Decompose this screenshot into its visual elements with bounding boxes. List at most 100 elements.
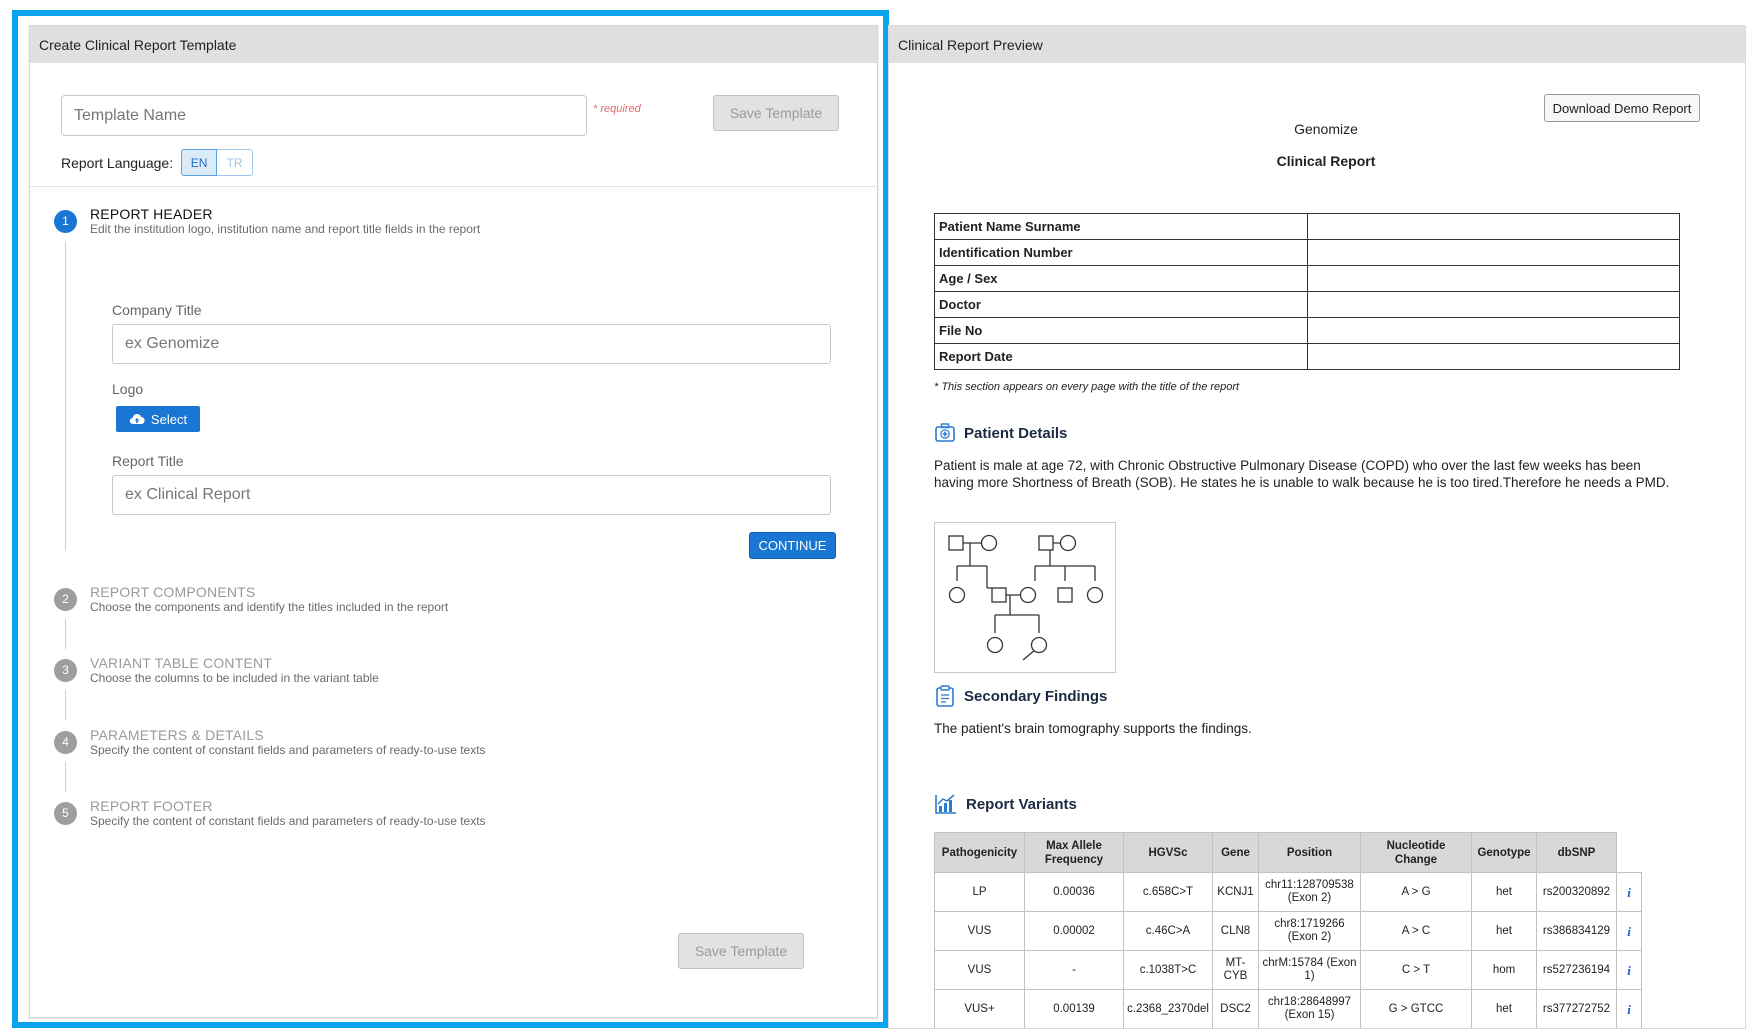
field-value <box>1307 343 1680 370</box>
table-row: Doctor <box>934 291 1680 318</box>
pedigree-drawing <box>948 534 1104 661</box>
step-description: Specify the content of constant fields a… <box>90 814 486 828</box>
column-header: Gene <box>1212 832 1259 873</box>
section-title: Secondary Findings <box>964 687 1108 705</box>
medical-kit-icon <box>935 423 955 442</box>
table-cell: G > GTCC <box>1360 989 1472 1028</box>
column-header: dbSNP <box>1536 832 1617 873</box>
patient-info-table: Patient Name Surname Identification Numb… <box>934 213 1680 370</box>
table-cell: c.658C>T <box>1123 872 1213 912</box>
column-header: Pathogenicity <box>934 832 1025 873</box>
step-number-badge: 5 <box>54 802 77 825</box>
table-cell: c.46C>A <box>1123 911 1213 951</box>
company-title: Genomize <box>1294 121 1358 137</box>
table-cell: het <box>1471 911 1537 951</box>
logo-label: Logo <box>112 381 144 397</box>
company-title-input[interactable] <box>112 324 831 364</box>
step-connector <box>65 619 66 649</box>
logo-select-button[interactable]: Select <box>116 406 200 432</box>
template-top-form: * required Save Template Report Language… <box>30 63 877 187</box>
field-label: Doctor <box>934 291 1308 318</box>
table-cell: hom <box>1471 950 1537 990</box>
report-title: Clinical Report <box>1276 153 1376 169</box>
column-header: Position <box>1258 832 1361 873</box>
step-title: REPORT COMPONENTS <box>90 584 256 600</box>
table-cell: - <box>1024 950 1124 990</box>
table-row: VUS - c.1038T>C MT-CYB chrM:15784 (Exon … <box>934 950 1642 990</box>
chart-icon <box>935 794 956 814</box>
table-cell: chr8:1719266 (Exon 2) <box>1258 911 1361 951</box>
step-number-badge: 1 <box>54 210 77 233</box>
step-description: Choose the columns to be included in the… <box>90 671 379 685</box>
table-cell: VUS <box>934 950 1025 990</box>
header-note: * This section appears on every page wit… <box>934 381 1240 393</box>
table-cell: LP <box>934 872 1025 912</box>
table-row: Age / Sex <box>934 265 1680 292</box>
report-title-label: Report Title <box>112 453 184 469</box>
pedigree-chart <box>934 522 1116 673</box>
info-icon[interactable]: i <box>1616 989 1642 1028</box>
table-cell: rs386834129 <box>1536 911 1617 951</box>
table-cell: rs377272752 <box>1536 989 1617 1028</box>
info-icon[interactable]: i <box>1616 911 1642 951</box>
table-header-row: Pathogenicity Max Allele Frequency HGVSc… <box>934 832 1642 873</box>
variant-table: Pathogenicity Max Allele Frequency HGVSc… <box>934 832 1642 1028</box>
select-label: Select <box>150 411 188 427</box>
panel-title: Create Clinical Report Template <box>30 26 877 63</box>
table-cell: rs200320892 <box>1536 872 1617 912</box>
template-name-input[interactable] <box>61 95 587 136</box>
field-label: Identification Number <box>934 239 1308 266</box>
column-header: Max Allele Frequency <box>1024 832 1124 873</box>
patient-details-heading: Patient Details <box>934 422 1067 444</box>
table-cell: VUS <box>934 911 1025 951</box>
save-template-button[interactable]: Save Template <box>713 95 839 131</box>
step-number-badge: 4 <box>54 731 77 754</box>
step-description: Edit the institution logo, institution n… <box>90 222 481 236</box>
table-cell: chrM:15784 (Exon 1) <box>1258 950 1361 990</box>
info-icon[interactable]: i <box>1616 872 1642 912</box>
required-note: * required <box>593 103 641 115</box>
field-label: Patient Name Surname <box>934 213 1308 240</box>
field-value <box>1307 213 1680 240</box>
step-number-badge: 2 <box>54 588 77 611</box>
field-label: File No <box>934 317 1308 344</box>
table-cell: chr11:128709538 (Exon 2) <box>1258 872 1361 912</box>
download-demo-report-button[interactable]: Download Demo Report <box>1544 94 1700 122</box>
secondary-findings-heading: Secondary Findings <box>934 684 1107 708</box>
table-cell: MT-CYB <box>1212 950 1259 990</box>
report-preview-panel: Clinical Report Preview Download Demo Re… <box>888 25 1746 1029</box>
language-tr-button[interactable]: TR <box>217 149 254 176</box>
column-header: Genotype <box>1471 832 1537 873</box>
table-cell: het <box>1471 989 1537 1028</box>
field-value <box>1307 317 1680 344</box>
language-en-button[interactable]: EN <box>181 149 218 176</box>
info-icon[interactable]: i <box>1616 950 1642 990</box>
table-cell: 0.00002 <box>1024 911 1124 951</box>
info-column-header <box>1616 832 1642 873</box>
table-row: Identification Number <box>934 239 1680 266</box>
continue-button[interactable]: CONTINUE <box>749 532 836 559</box>
table-row: LP 0.00036 c.658C>T KCNJ1 chr11:12870953… <box>934 872 1642 912</box>
field-label: Age / Sex <box>934 265 1308 292</box>
save-template-bottom-button[interactable]: Save Template <box>678 933 804 969</box>
table-row: VUS 0.00002 c.46C>A CLN8 chr8:1719266 (E… <box>934 911 1642 951</box>
step-title: VARIANT TABLE CONTENT <box>90 655 273 671</box>
table-cell: c.1038T>C <box>1123 950 1213 990</box>
table-row: Report Date <box>934 343 1680 370</box>
section-title: Report Variants <box>966 795 1077 813</box>
table-row: Patient Name Surname <box>934 213 1680 240</box>
table-cell: 0.00036 <box>1024 872 1124 912</box>
step-title: REPORT FOOTER <box>90 798 213 814</box>
table-cell: DSC2 <box>1212 989 1259 1028</box>
report-title-input[interactable] <box>112 475 831 515</box>
company-title-label: Company Title <box>112 302 202 318</box>
table-cell: KCNJ1 <box>1212 872 1259 912</box>
field-label: Report Date <box>934 343 1308 370</box>
report-language-row: Report Language: EN TR <box>61 149 254 176</box>
table-cell: VUS+ <box>934 989 1025 1028</box>
report-variants-heading: Report Variants <box>934 793 1077 815</box>
table-row: VUS+ 0.00139 c.2368_2370del DSC2 chr18:2… <box>934 989 1642 1028</box>
patient-details-text: Patient is male at age 72, with Chronic … <box>934 458 1670 490</box>
table-cell: C > T <box>1360 950 1472 990</box>
table-cell: rs527236194 <box>1536 950 1617 990</box>
